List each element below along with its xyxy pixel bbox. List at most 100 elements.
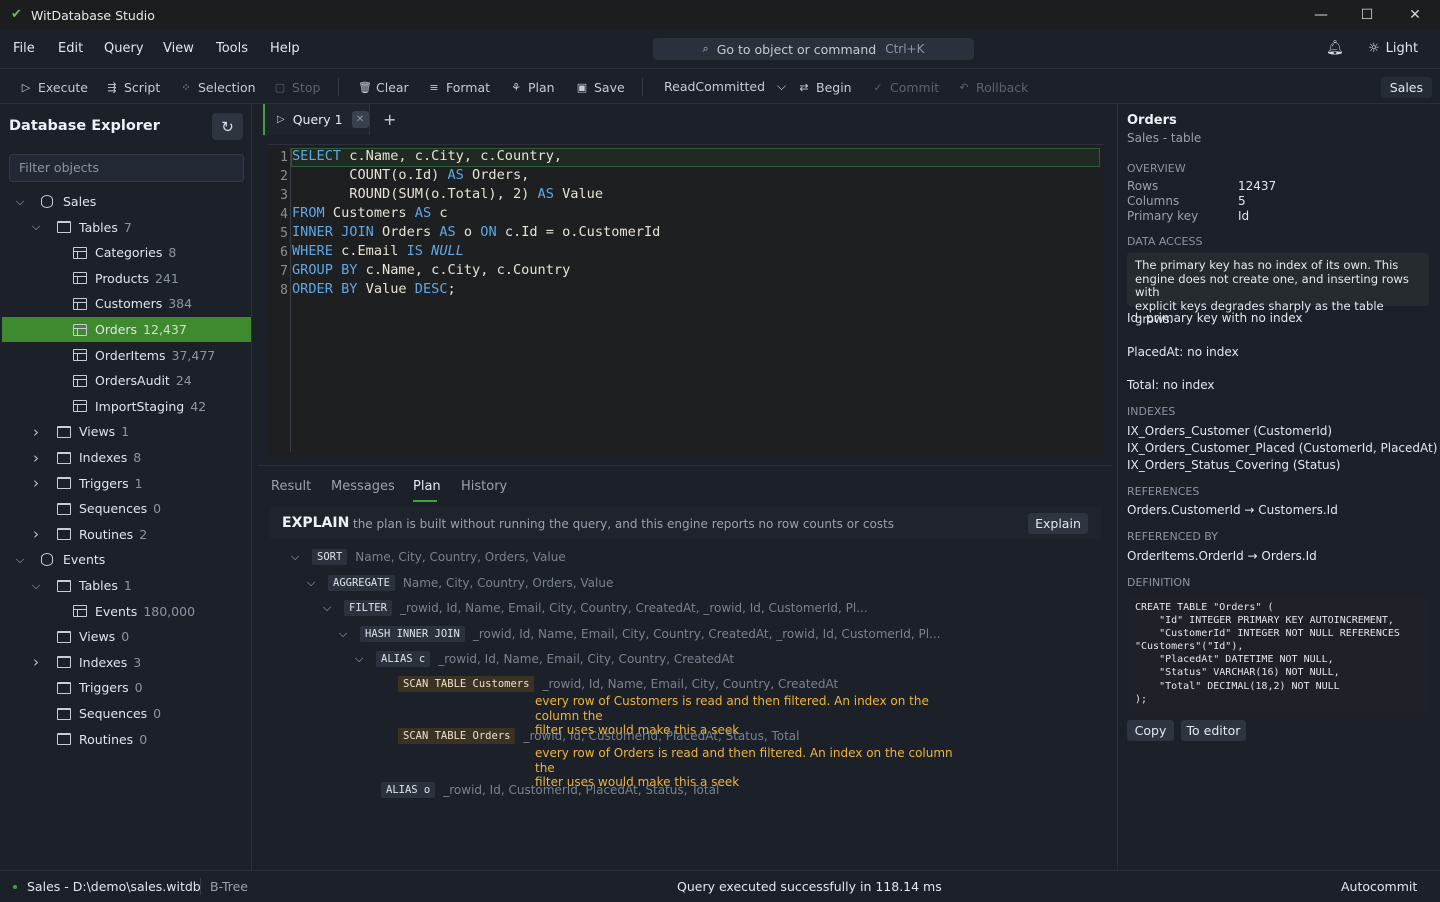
reference-item[interactable]: Orders.CustomerId → Customers.Id (1127, 503, 1338, 517)
command-palette[interactable]: ⌕ Go to object or command Ctrl+K (653, 38, 974, 60)
close-tab-icon[interactable]: ✕ (351, 111, 369, 128)
chevron-down-icon[interactable]: ⌵ (352, 652, 366, 666)
script-button[interactable]: ⇶ Script (106, 80, 160, 95)
chevron-down-icon[interactable]: ⌵ (13, 553, 27, 567)
explain-button[interactable]: Explain (1028, 513, 1088, 534)
menu-tools[interactable]: Tools (216, 41, 248, 56)
code-line[interactable]: FROM Customers AS c (292, 205, 448, 221)
plan-node[interactable]: ⌵ AGGREGATE Name, City, Country, Orders, V… (304, 575, 613, 591)
maximize-button[interactable]: ☐ (1344, 0, 1390, 30)
tab-plan[interactable]: Plan (413, 479, 441, 494)
execute-button[interactable]: ▷ Execute (20, 80, 88, 95)
chevron-down-icon[interactable]: ⌵ (320, 601, 334, 615)
folder-icon (57, 477, 71, 490)
menu-file[interactable]: File (13, 41, 35, 56)
chevron-down-icon[interactable]: ⌵ (13, 195, 27, 209)
tree-node[interactable]: Products 241 (2, 266, 251, 291)
plan-node[interactable]: ALIAS o _rowid, Id, CustomerId, PlacedAt,… (381, 782, 719, 798)
add-tab-button[interactable]: + (383, 110, 396, 129)
tree-node[interactable]: OrderItems 37,477 (2, 343, 251, 368)
commit-button[interactable]: ✓ Commit (872, 80, 939, 95)
tree-node[interactable]: Routines 0 (2, 727, 251, 752)
code-line[interactable]: WHERE c.Email IS NULL (292, 243, 464, 259)
tree-node[interactable]: OrdersAudit 24 (2, 368, 251, 393)
code-line[interactable]: SELECT c.Name, c.City, c.Country, (292, 148, 562, 164)
tree-node[interactable]: ⌵ Events (2, 547, 251, 572)
index-item[interactable]: IX_Orders_Customer (CustomerId) (1127, 424, 1332, 438)
isolation-level-select[interactable]: ReadCommitted ⌵ (664, 79, 786, 94)
begin-button[interactable]: ⇄ Begin (798, 80, 851, 95)
chevron-right-icon[interactable]: › (29, 525, 43, 543)
copy-button[interactable]: Copy (1127, 720, 1174, 741)
transaction-mode[interactable]: Autocommit (1341, 879, 1417, 894)
tab-messages[interactable]: Messages (331, 479, 395, 494)
code-line[interactable]: GROUP BY c.Name, c.City, c.Country (292, 262, 570, 278)
menu-query[interactable]: Query (104, 41, 144, 56)
tree-node[interactable]: › Views 1 (2, 419, 251, 444)
tab-query-1[interactable]: ▷ Query 1 ✕ (263, 104, 370, 135)
minimize-button[interactable]: — (1298, 0, 1344, 30)
plan-button[interactable]: ⚘ Plan (510, 80, 555, 95)
chevron-right-icon[interactable]: › (29, 653, 43, 671)
tree-node[interactable]: › Indexes 3 (2, 650, 251, 675)
chevron-right-icon[interactable]: › (29, 423, 43, 441)
plan-node[interactable]: ⌵ HASH INNER JOIN _rowid, Id, Name, Email,… (336, 626, 941, 642)
stop-button[interactable]: ▢ Stop (274, 80, 321, 95)
filter-objects-input[interactable]: Filter objects (9, 154, 244, 182)
plan-node[interactable]: SCAN TABLE Orders _rowid, Id, CustomerId,… (398, 728, 799, 744)
index-item[interactable]: IX_Orders_Customer_Placed (CustomerId, P… (1127, 441, 1437, 455)
menu-view[interactable]: View (163, 41, 194, 56)
chevron-right-icon[interactable]: › (29, 449, 43, 467)
tree-node[interactable]: Customers 384 (2, 291, 251, 316)
tree-node[interactable]: Categories 8 (2, 240, 251, 265)
tree-node[interactable]: › Indexes 8 (2, 445, 251, 470)
referenced-by-item[interactable]: OrderItems.OrderId → Orders.Id (1127, 549, 1317, 563)
rollback-button[interactable]: ↶ Rollback (958, 80, 1028, 95)
status-message: Query executed successfully in 118.14 ms (677, 879, 942, 894)
tree-node[interactable]: Sequences 0 (2, 701, 251, 726)
plan-node[interactable]: ⌵ ALIAS c _rowid, Id, Name, Email, City, C… (352, 651, 734, 667)
tree-node[interactable]: Events 180,000 (2, 599, 251, 624)
tree-node[interactable]: › Triggers 1 (2, 471, 251, 496)
format-button[interactable]: ≡ Format (428, 80, 490, 95)
tab-result[interactable]: Result (271, 479, 311, 494)
plan-node[interactable]: ⌵ SORT Name, City, Country, Orders, Value (288, 549, 566, 565)
tree-node[interactable]: ImportStaging 42 (2, 394, 251, 419)
tree-node[interactable]: Sequences 0 (2, 496, 251, 521)
close-window-button[interactable]: ✕ (1392, 0, 1438, 30)
chevron-down-icon[interactable]: ⌵ (29, 220, 43, 234)
chevron-down-icon[interactable]: ⌵ (288, 550, 302, 564)
index-item[interactable]: IX_Orders_Status_Covering (Status) (1127, 458, 1340, 472)
code-line[interactable]: ORDER BY Value DESC; (292, 281, 456, 297)
access-item: Id: primary key with no index (1127, 311, 1303, 325)
tree-node[interactable]: ⌵ Tables 7 (2, 215, 251, 240)
code-line[interactable]: INNER JOIN Orders AS o ON c.Id = o.Custo… (292, 224, 660, 240)
tree-node[interactable]: ⌵ Sales (2, 189, 251, 214)
tree-node[interactable]: › Routines 2 (2, 522, 251, 547)
clear-button[interactable]: 🗑︎ Clear (358, 80, 409, 95)
tree-node[interactable]: Views 0 (2, 624, 251, 649)
theme-toggle-button[interactable]: ☼ Light (1368, 41, 1418, 56)
menu-edit[interactable]: Edit (58, 41, 83, 56)
selection-button[interactable]: ⁘ Selection (180, 80, 255, 95)
tab-history[interactable]: History (461, 479, 507, 494)
database-badge[interactable]: Sales (1380, 77, 1432, 98)
to-editor-button[interactable]: To editor (1181, 720, 1246, 741)
plan-node[interactable]: SCAN TABLE Customers _rowid, Id, Name, Em… (398, 676, 838, 692)
code-line[interactable]: ROUND(SUM(o.Total), 2) AS Value (292, 186, 603, 202)
chevron-right-icon[interactable]: › (29, 474, 43, 492)
save-button[interactable]: ▣ Save (576, 80, 625, 95)
plan-node[interactable]: ⌵ FILTER _rowid, Id, Name, Email, City, Co… (320, 600, 868, 616)
refresh-button[interactable]: ↻ (212, 113, 243, 140)
table-icon (73, 246, 87, 259)
tree-node[interactable]: Triggers 0 (2, 675, 251, 700)
bell-icon[interactable]: 🔔︎ (1326, 40, 1344, 56)
chevron-down-icon[interactable]: ⌵ (336, 627, 350, 641)
code-line[interactable]: COUNT(o.Id) AS Orders, (292, 167, 529, 183)
tree-node[interactable]: ⌵ Tables 1 (2, 573, 251, 598)
tree-node-count: 0 (134, 680, 143, 696)
chevron-down-icon[interactable]: ⌵ (29, 579, 43, 593)
chevron-down-icon[interactable]: ⌵ (304, 576, 318, 590)
menu-help[interactable]: Help (270, 41, 300, 56)
tree-node[interactable]: Orders 12,437 (2, 317, 251, 342)
